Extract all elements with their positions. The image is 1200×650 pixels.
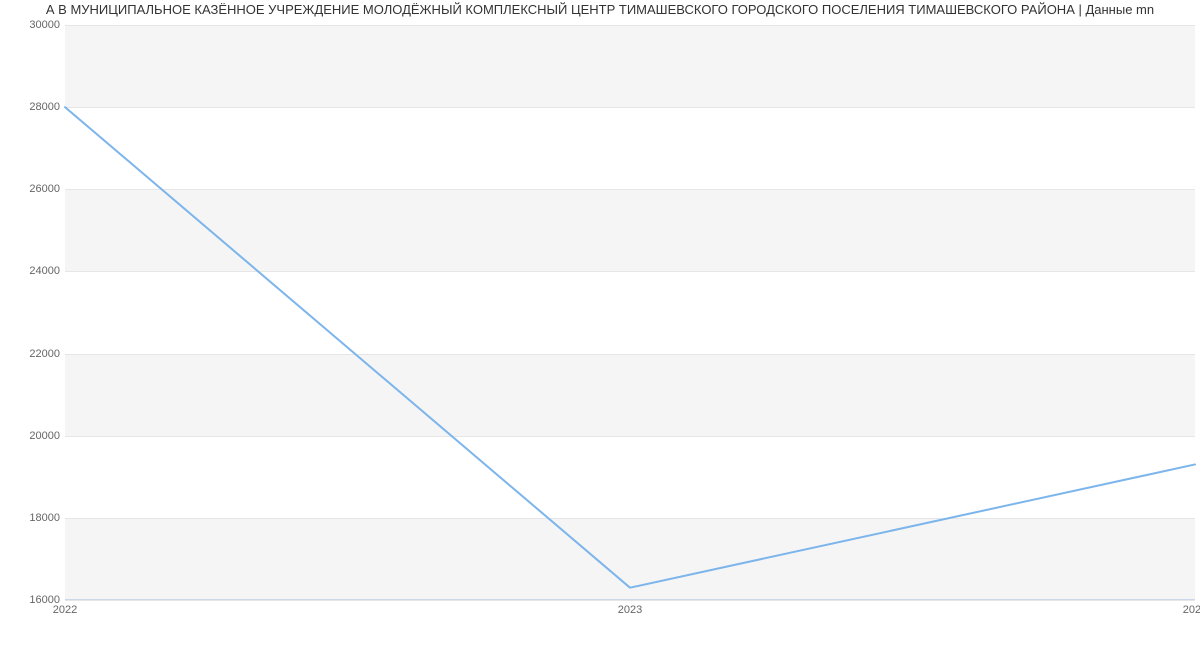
chart-container: А В МУНИЦИПАЛЬНОЕ КАЗЁННОЕ УЧРЕЖДЕНИЕ МО… (0, 0, 1200, 650)
x-tick-label: 2023 (618, 604, 642, 616)
chart-title: А В МУНИЦИПАЛЬНОЕ КАЗЁННОЕ УЧРЕЖДЕНИЕ МО… (0, 2, 1200, 17)
y-tick-label: 20000 (5, 430, 60, 442)
y-tick-label: 24000 (5, 265, 60, 277)
y-tick-label: 30000 (5, 19, 60, 31)
plot-area (65, 25, 1195, 600)
grid-line (65, 600, 1195, 601)
y-tick-label: 28000 (5, 101, 60, 113)
y-tick-label: 16000 (5, 594, 60, 606)
y-tick-label: 18000 (5, 512, 60, 524)
y-tick-label: 26000 (5, 183, 60, 195)
line-layer (65, 25, 1195, 600)
x-axis-line (65, 599, 1195, 600)
x-tick-label: 2022 (53, 604, 77, 616)
data-series (65, 107, 1195, 588)
y-tick-label: 22000 (5, 348, 60, 360)
x-tick-label: 2024 (1183, 604, 1200, 616)
